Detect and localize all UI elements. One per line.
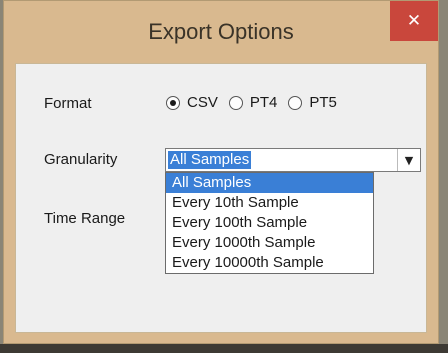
format-radio-pt4[interactable]: PT4 (228, 94, 278, 111)
dropdown-option-every-100th[interactable]: Every 100th Sample (166, 213, 373, 233)
format-option-label: PT4 (249, 94, 278, 111)
format-radio-csv[interactable]: CSV (166, 94, 218, 111)
close-icon: ✕ (406, 11, 422, 31)
dropdown-option-every-10th[interactable]: Every 10th Sample (166, 193, 373, 213)
dropdown-option-every-1000th[interactable]: Every 1000th Sample (166, 233, 373, 253)
dialog-content: Format CSV PT4 PT5 Granularity All Sampl (15, 63, 427, 333)
radio-unchecked-icon (288, 95, 303, 110)
close-button[interactable]: ✕ (390, 1, 438, 41)
granularity-dropdown-list: All Samples Every 10th Sample Every 100t… (165, 172, 374, 274)
dropdown-option-every-10000th[interactable]: Every 10000th Sample (166, 253, 373, 273)
granularity-label: Granularity (44, 151, 118, 168)
window-title: Export Options (148, 19, 294, 44)
time-range-label: Time Range (44, 210, 126, 227)
granularity-select[interactable]: All Samples ▼ (165, 148, 421, 172)
radio-checked-icon (166, 95, 180, 110)
format-label: Format (44, 95, 92, 112)
title-bar[interactable]: Export Options ✕ (4, 1, 438, 61)
export-options-dialog: Export Options ✕ Format CSV PT4 PT5 Gran… (0, 0, 448, 353)
format-option-label: PT5 (309, 94, 337, 111)
window-frame: Export Options ✕ Format CSV PT4 PT5 Gran… (3, 0, 439, 344)
dropdown-option-all-samples[interactable]: All Samples (166, 173, 373, 193)
format-radio-group: CSV PT4 PT5 (166, 94, 348, 111)
format-option-label: CSV (187, 94, 218, 111)
format-radio-pt5[interactable]: PT5 (288, 94, 337, 111)
taskbar-strip (0, 344, 448, 353)
radio-unchecked-icon (228, 95, 243, 110)
granularity-selected-value: All Samples (168, 151, 252, 169)
chevron-down-icon[interactable]: ▼ (397, 149, 420, 171)
